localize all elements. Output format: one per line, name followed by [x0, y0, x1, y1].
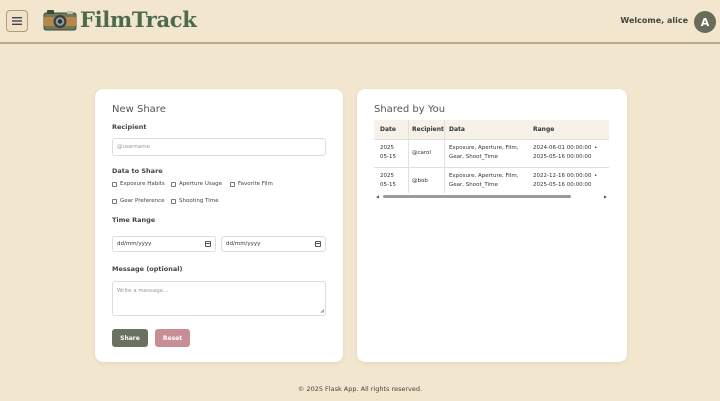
cell-date: 2025 05-15 [380, 173, 396, 188]
cell-recipient: @carol [412, 150, 431, 156]
checkbox-aperture-usage[interactable]: Aperture Usage [171, 181, 222, 187]
column-header-data: Data [449, 126, 465, 133]
avatar[interactable]: A [694, 11, 716, 33]
reset-button[interactable]: Reset [155, 329, 190, 347]
camera-logo-icon [43, 10, 77, 31]
message-placeholder: Write a message... [117, 288, 169, 294]
column-header-recipient: Recipient [412, 126, 444, 133]
more-icon[interactable]: • [594, 172, 597, 181]
shares-table: Date Recipient Data Range 2025 05-15 @car… [374, 120, 609, 193]
brand-name[interactable]: FilmTrack [80, 7, 197, 32]
checkbox-box[interactable] [112, 198, 117, 204]
recipient-label: Recipient [112, 123, 147, 131]
resize-handle-icon[interactable]: ◢ [320, 308, 324, 314]
date-from-text: dd/mm/yyyy [117, 241, 152, 247]
column-header-date: Date [380, 126, 396, 133]
cell-date: 2025 05-15 [380, 145, 396, 160]
message-label: Message (optional) [112, 265, 183, 273]
time-range-label: Time Range [112, 216, 156, 224]
cell-data: Exposure, Aperture, Film, Gear, Shoot_Tim… [449, 173, 519, 188]
welcome-text: Welcome, alice [620, 16, 688, 25]
checkbox-box[interactable] [171, 181, 176, 187]
horizontal-scrollbar[interactable]: ◀ ▶ [374, 194, 609, 200]
footer-text: © 2025 Flask App. All rights reserved. [297, 385, 423, 393]
table-row: 2025 05-15 @bob Exposure, Aperture, Film,… [374, 167, 609, 193]
column-header-range: Range [533, 126, 555, 133]
checkbox-box[interactable] [230, 181, 235, 187]
share-button[interactable]: Share [112, 329, 148, 347]
calendar-icon[interactable] [315, 241, 321, 247]
cell-range: 2024-06-01 00:00:00 2025-05-16 00:00:00 [533, 145, 592, 160]
message-textarea[interactable]: Write a message... ◢ [112, 281, 326, 316]
checkbox-label: Exposure Habits [120, 181, 165, 187]
checkbox-label: Gear Preference [120, 198, 165, 204]
date-to-input[interactable]: dd/mm/yyyy [221, 236, 326, 252]
cell-range: 2022-12-16 00:00:00 2025-05-16 00:00:00 [533, 173, 592, 188]
checkbox-box[interactable] [171, 198, 176, 204]
date-from-input[interactable]: dd/mm/yyyy [112, 236, 216, 252]
data-to-share-label: Data to Share [112, 167, 163, 175]
checkbox-label: Aperture Usage [179, 181, 222, 187]
scroll-left-arrow-icon[interactable]: ◀ [376, 194, 379, 199]
checkbox-label: Shooting Time [179, 198, 219, 204]
checkbox-gear-preference[interactable]: Gear Preference [112, 198, 165, 204]
menu-button[interactable] [6, 10, 28, 32]
table-header: Date Recipient Data Range [374, 120, 609, 139]
recipient-input[interactable]: @username [112, 138, 326, 156]
checkbox-exposure-habits[interactable]: Exposure Habits [112, 181, 165, 187]
checkbox-label: Favorite Film [238, 181, 273, 187]
scrollbar-thumb[interactable] [383, 195, 571, 198]
shared-by-you-title: Shared by You [374, 104, 446, 115]
cell-recipient: @bob [412, 178, 428, 184]
new-share-title: New Share [112, 104, 166, 115]
top-header: FilmTrack Welcome, alice A [0, 0, 720, 44]
checkbox-shooting-time[interactable]: Shooting Time [171, 198, 219, 204]
date-to-text: dd/mm/yyyy [226, 241, 261, 247]
calendar-icon[interactable] [205, 241, 211, 247]
cell-data: Exposure, Aperture, Film, Gear, Shoot_Tim… [449, 145, 519, 160]
table-row: 2025 05-15 @carol Exposure, Aperture, Fil… [374, 139, 609, 166]
more-icon[interactable]: • [594, 144, 597, 153]
scroll-right-arrow-icon[interactable]: ▶ [604, 194, 607, 199]
hamburger-icon [12, 17, 22, 25]
checkbox-box[interactable] [112, 181, 117, 187]
checkbox-favorite-film[interactable]: Favorite Film [230, 181, 273, 187]
